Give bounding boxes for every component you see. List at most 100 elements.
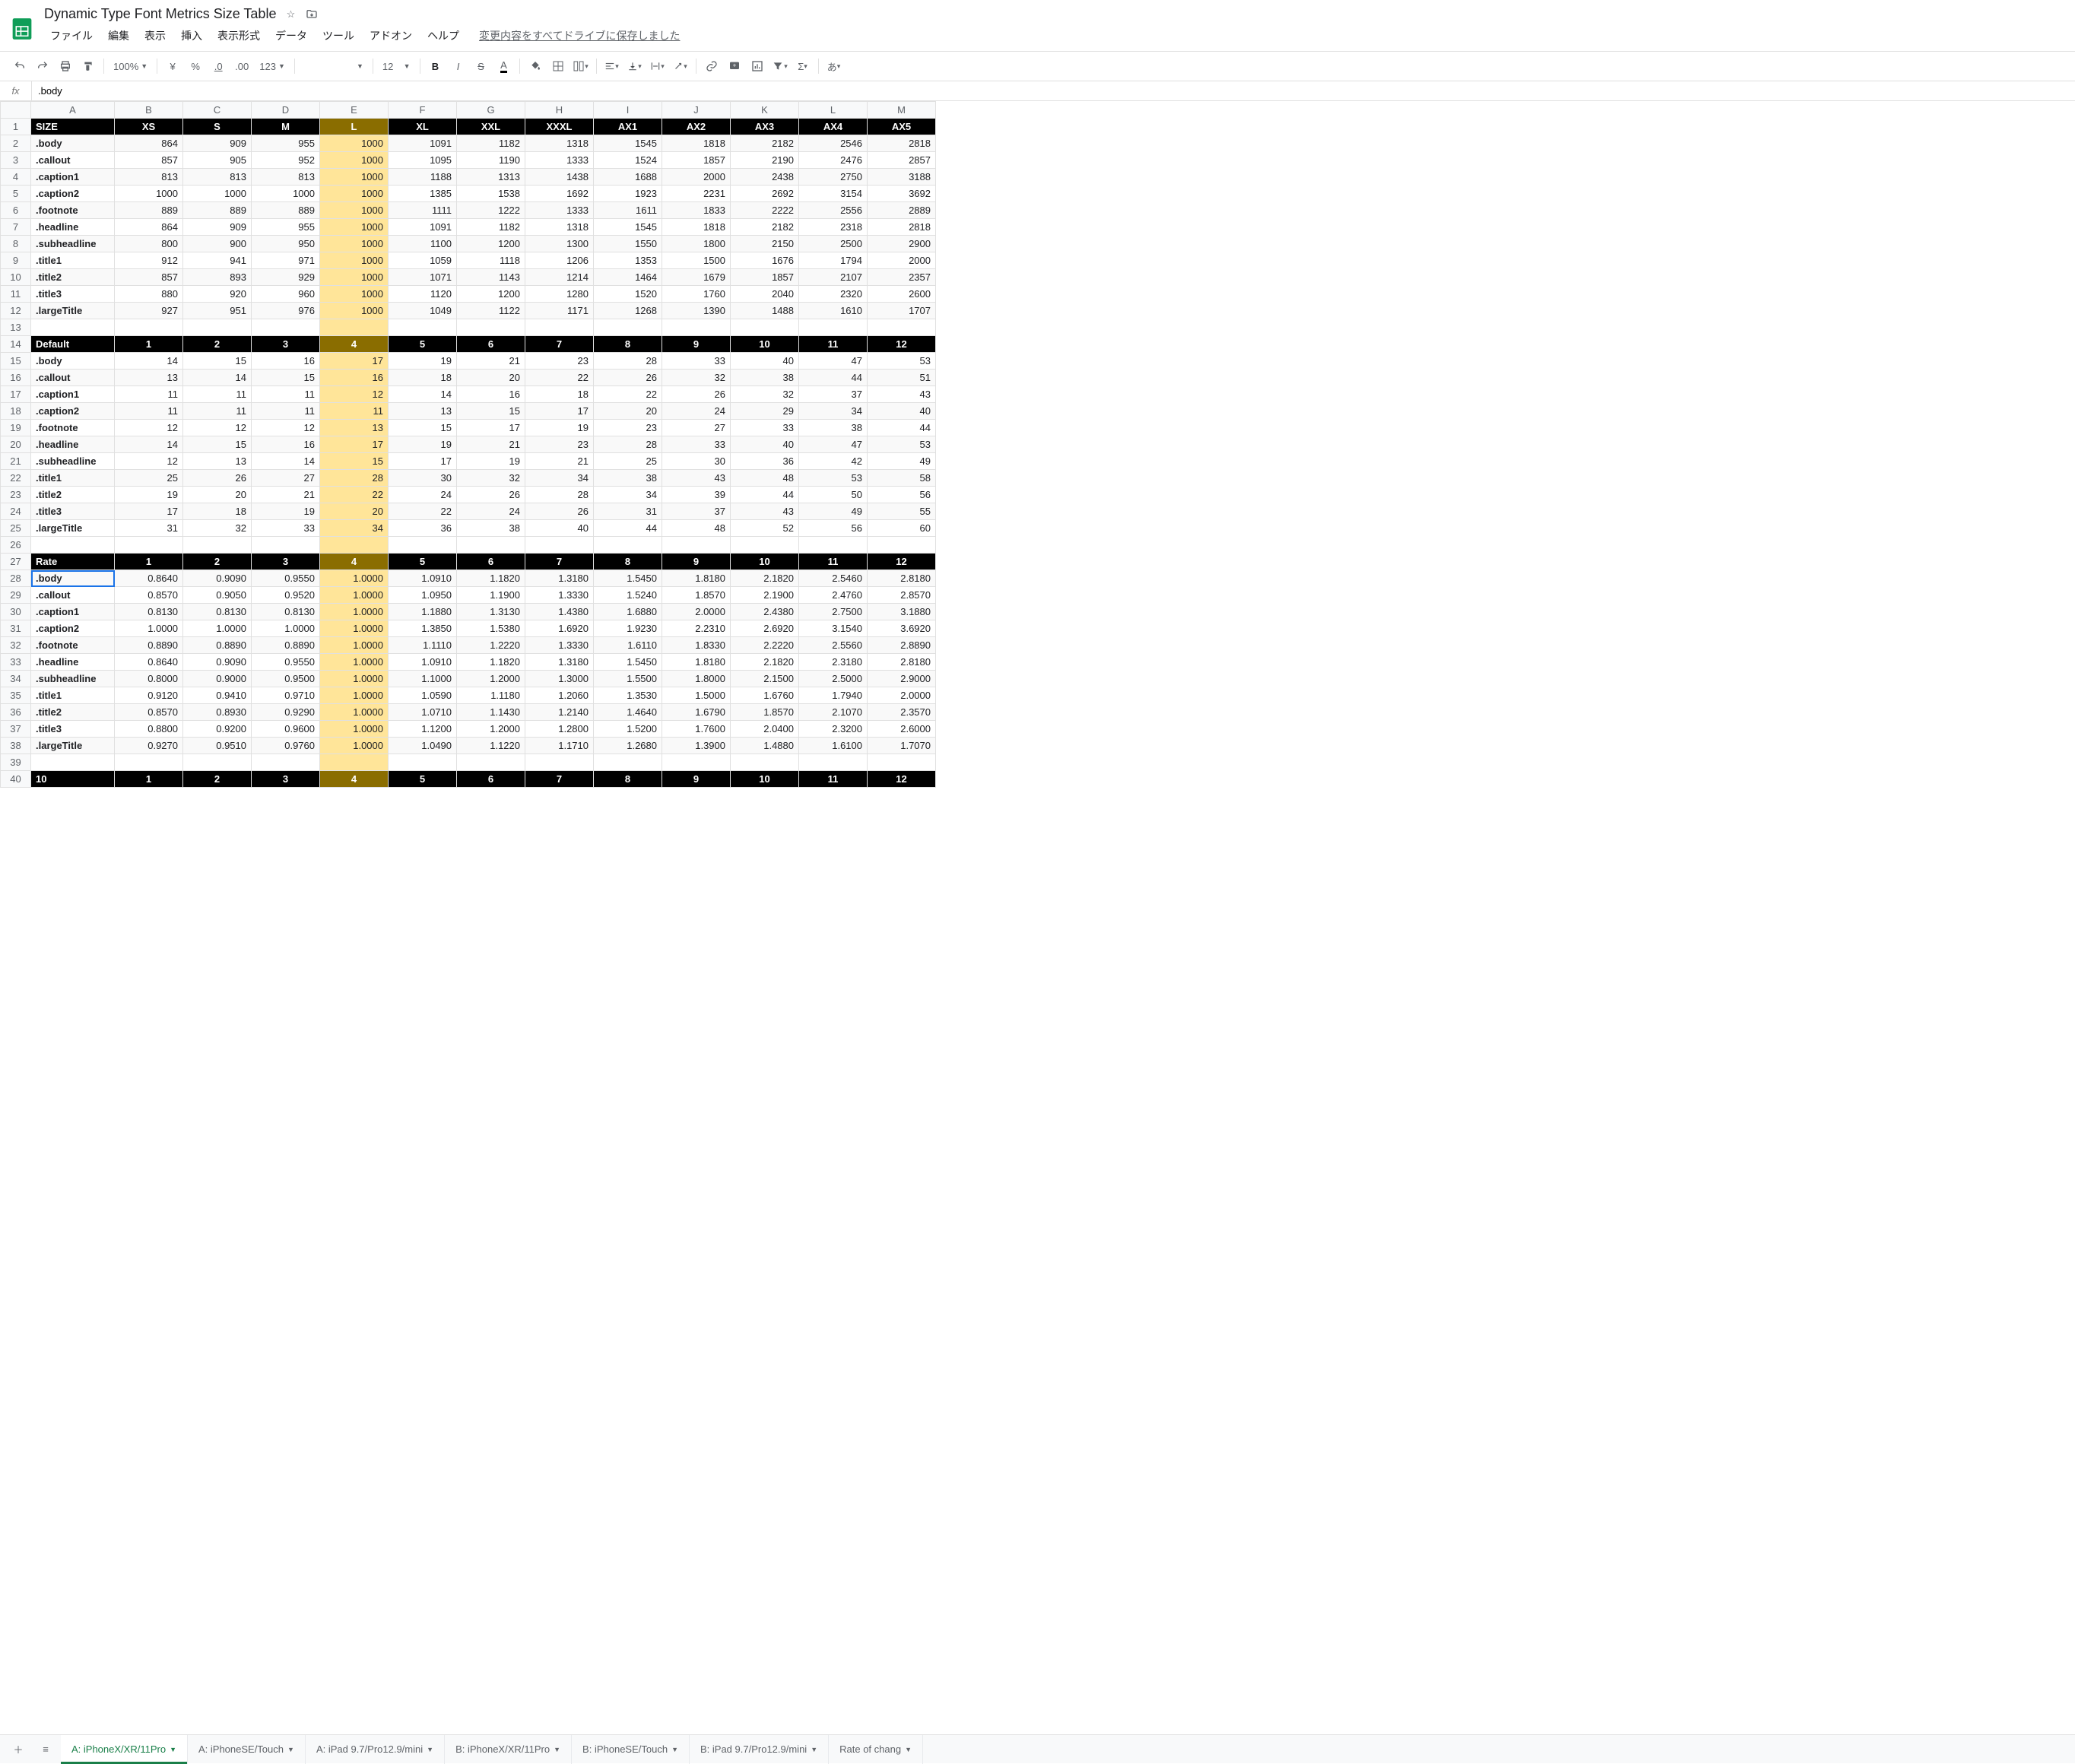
cell-F19[interactable]: 15 — [389, 420, 457, 436]
cell-A8[interactable]: .subheadline — [31, 236, 115, 252]
cell-H32[interactable]: 1.3330 — [525, 637, 594, 654]
cell-E38[interactable]: 1.0000 — [320, 738, 389, 754]
cell-B14[interactable]: 1 — [115, 336, 183, 353]
cell-D26[interactable] — [252, 537, 320, 554]
borders-button[interactable] — [547, 56, 569, 77]
cell-B29[interactable]: 0.8570 — [115, 587, 183, 604]
row-header-23[interactable]: 23 — [1, 487, 31, 503]
cell-D30[interactable]: 0.8130 — [252, 604, 320, 620]
cell-B5[interactable]: 1000 — [115, 186, 183, 202]
cell-I18[interactable]: 20 — [594, 403, 662, 420]
cell-F13[interactable] — [389, 319, 457, 336]
zoom-select[interactable]: 100%▼ — [109, 61, 152, 72]
cell-M21[interactable]: 49 — [868, 453, 936, 470]
cell-B18[interactable]: 11 — [115, 403, 183, 420]
text-rotation-button[interactable]: ▾ — [670, 56, 691, 77]
cell-A16[interactable]: .callout — [31, 370, 115, 386]
row-header-14[interactable]: 14 — [1, 336, 31, 353]
cell-G36[interactable]: 1.1430 — [457, 704, 525, 721]
cell-I28[interactable]: 1.5450 — [594, 570, 662, 587]
cell-F8[interactable]: 1100 — [389, 236, 457, 252]
sheet-tab-0[interactable]: A: iPhoneX/XR/11Pro▼ — [61, 1735, 188, 1764]
move-to-folder-icon[interactable] — [305, 8, 319, 21]
cell-C6[interactable]: 889 — [183, 202, 252, 219]
cell-G35[interactable]: 1.1180 — [457, 687, 525, 704]
cell-D11[interactable]: 960 — [252, 286, 320, 303]
cell-D19[interactable]: 12 — [252, 420, 320, 436]
cell-J6[interactable]: 1833 — [662, 202, 731, 219]
cell-K39[interactable] — [731, 754, 799, 771]
cell-B30[interactable]: 0.8130 — [115, 604, 183, 620]
cell-E15[interactable]: 17 — [320, 353, 389, 370]
cell-L24[interactable]: 49 — [799, 503, 868, 520]
cell-I40[interactable]: 8 — [594, 771, 662, 788]
cell-C14[interactable]: 2 — [183, 336, 252, 353]
cell-I33[interactable]: 1.5450 — [594, 654, 662, 671]
cell-G17[interactable]: 16 — [457, 386, 525, 403]
cell-G2[interactable]: 1182 — [457, 135, 525, 152]
menu-表示[interactable]: 表示 — [138, 25, 172, 46]
cell-C22[interactable]: 26 — [183, 470, 252, 487]
cell-H23[interactable]: 28 — [525, 487, 594, 503]
cell-E12[interactable]: 1000 — [320, 303, 389, 319]
cell-D25[interactable]: 33 — [252, 520, 320, 537]
cell-M39[interactable] — [868, 754, 936, 771]
cell-L12[interactable]: 1610 — [799, 303, 868, 319]
cell-B8[interactable]: 800 — [115, 236, 183, 252]
cell-J16[interactable]: 32 — [662, 370, 731, 386]
cell-K9[interactable]: 1676 — [731, 252, 799, 269]
cell-E39[interactable] — [320, 754, 389, 771]
cell-J2[interactable]: 1818 — [662, 135, 731, 152]
cell-J21[interactable]: 30 — [662, 453, 731, 470]
column-header-E[interactable]: E — [320, 102, 389, 119]
cell-K24[interactable]: 43 — [731, 503, 799, 520]
row-header-34[interactable]: 34 — [1, 671, 31, 687]
cell-H3[interactable]: 1333 — [525, 152, 594, 169]
row-header-32[interactable]: 32 — [1, 637, 31, 654]
cell-M38[interactable]: 1.7070 — [868, 738, 936, 754]
column-header-K[interactable]: K — [731, 102, 799, 119]
row-header-4[interactable]: 4 — [1, 169, 31, 186]
menu-ツール[interactable]: ツール — [316, 25, 360, 46]
cell-J13[interactable] — [662, 319, 731, 336]
cell-B24[interactable]: 17 — [115, 503, 183, 520]
cell-H28[interactable]: 1.3180 — [525, 570, 594, 587]
cell-I29[interactable]: 1.5240 — [594, 587, 662, 604]
column-header-C[interactable]: C — [183, 102, 252, 119]
row-header-1[interactable]: 1 — [1, 119, 31, 135]
cell-L3[interactable]: 2476 — [799, 152, 868, 169]
cell-G19[interactable]: 17 — [457, 420, 525, 436]
all-sheets-button[interactable]: ≡ — [33, 1739, 58, 1760]
cell-D3[interactable]: 952 — [252, 152, 320, 169]
cell-C13[interactable] — [183, 319, 252, 336]
cell-C24[interactable]: 18 — [183, 503, 252, 520]
row-header-29[interactable]: 29 — [1, 587, 31, 604]
cell-G32[interactable]: 1.2220 — [457, 637, 525, 654]
cell-A29[interactable]: .callout — [31, 587, 115, 604]
cell-C2[interactable]: 909 — [183, 135, 252, 152]
cell-B3[interactable]: 857 — [115, 152, 183, 169]
cell-I39[interactable] — [594, 754, 662, 771]
cell-K38[interactable]: 1.4880 — [731, 738, 799, 754]
cell-K23[interactable]: 44 — [731, 487, 799, 503]
cell-F35[interactable]: 1.0590 — [389, 687, 457, 704]
cell-L23[interactable]: 50 — [799, 487, 868, 503]
cell-F17[interactable]: 14 — [389, 386, 457, 403]
cell-A2[interactable]: .body — [31, 135, 115, 152]
star-icon[interactable]: ☆ — [284, 8, 297, 21]
cell-H25[interactable]: 40 — [525, 520, 594, 537]
row-header-17[interactable]: 17 — [1, 386, 31, 403]
cell-L31[interactable]: 3.1540 — [799, 620, 868, 637]
cell-D35[interactable]: 0.9710 — [252, 687, 320, 704]
cell-C21[interactable]: 13 — [183, 453, 252, 470]
cell-F21[interactable]: 17 — [389, 453, 457, 470]
functions-button[interactable]: Σ▾ — [792, 56, 814, 77]
currency-button[interactable]: ¥ — [162, 56, 183, 77]
cell-B23[interactable]: 19 — [115, 487, 183, 503]
cell-H31[interactable]: 1.6920 — [525, 620, 594, 637]
row-header-5[interactable]: 5 — [1, 186, 31, 202]
percent-button[interactable]: % — [185, 56, 206, 77]
cell-A21[interactable]: .subheadline — [31, 453, 115, 470]
cell-H30[interactable]: 1.4380 — [525, 604, 594, 620]
sheets-logo[interactable] — [8, 14, 36, 43]
